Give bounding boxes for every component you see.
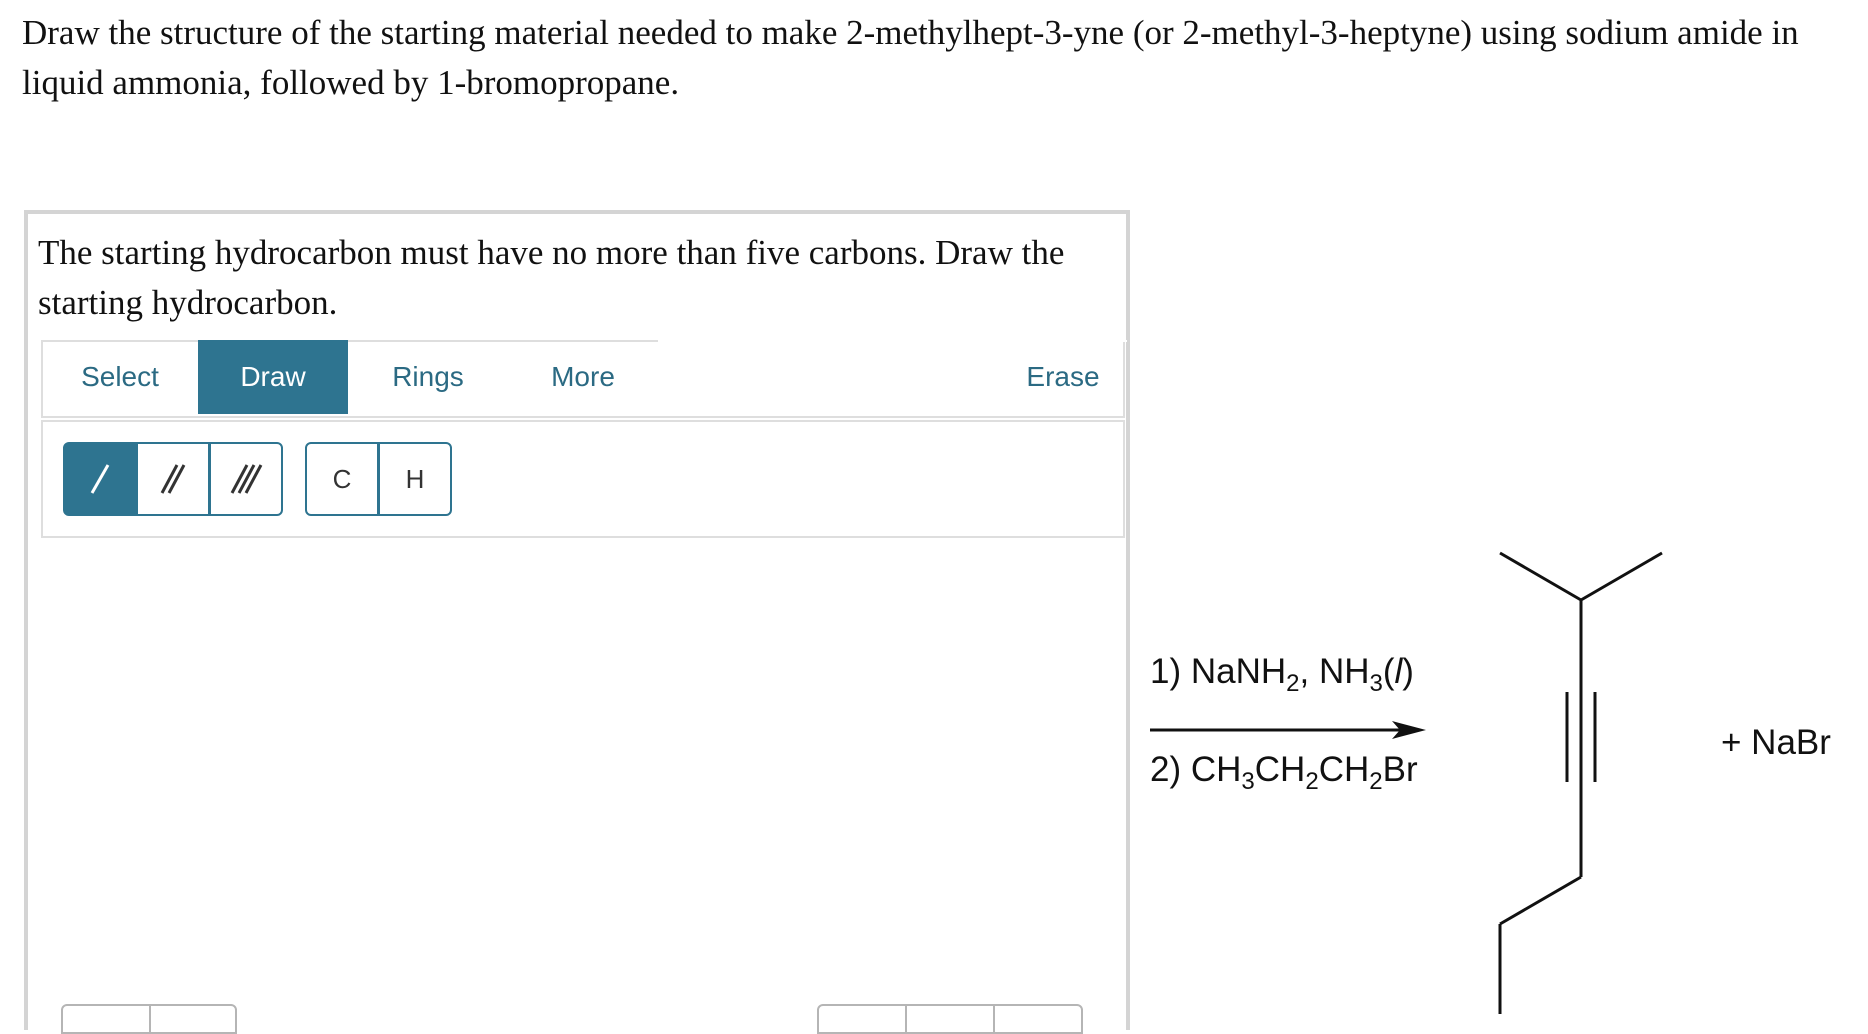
reaction-arrow — [1150, 721, 1426, 739]
product-structure — [1498, 551, 1663, 1014]
